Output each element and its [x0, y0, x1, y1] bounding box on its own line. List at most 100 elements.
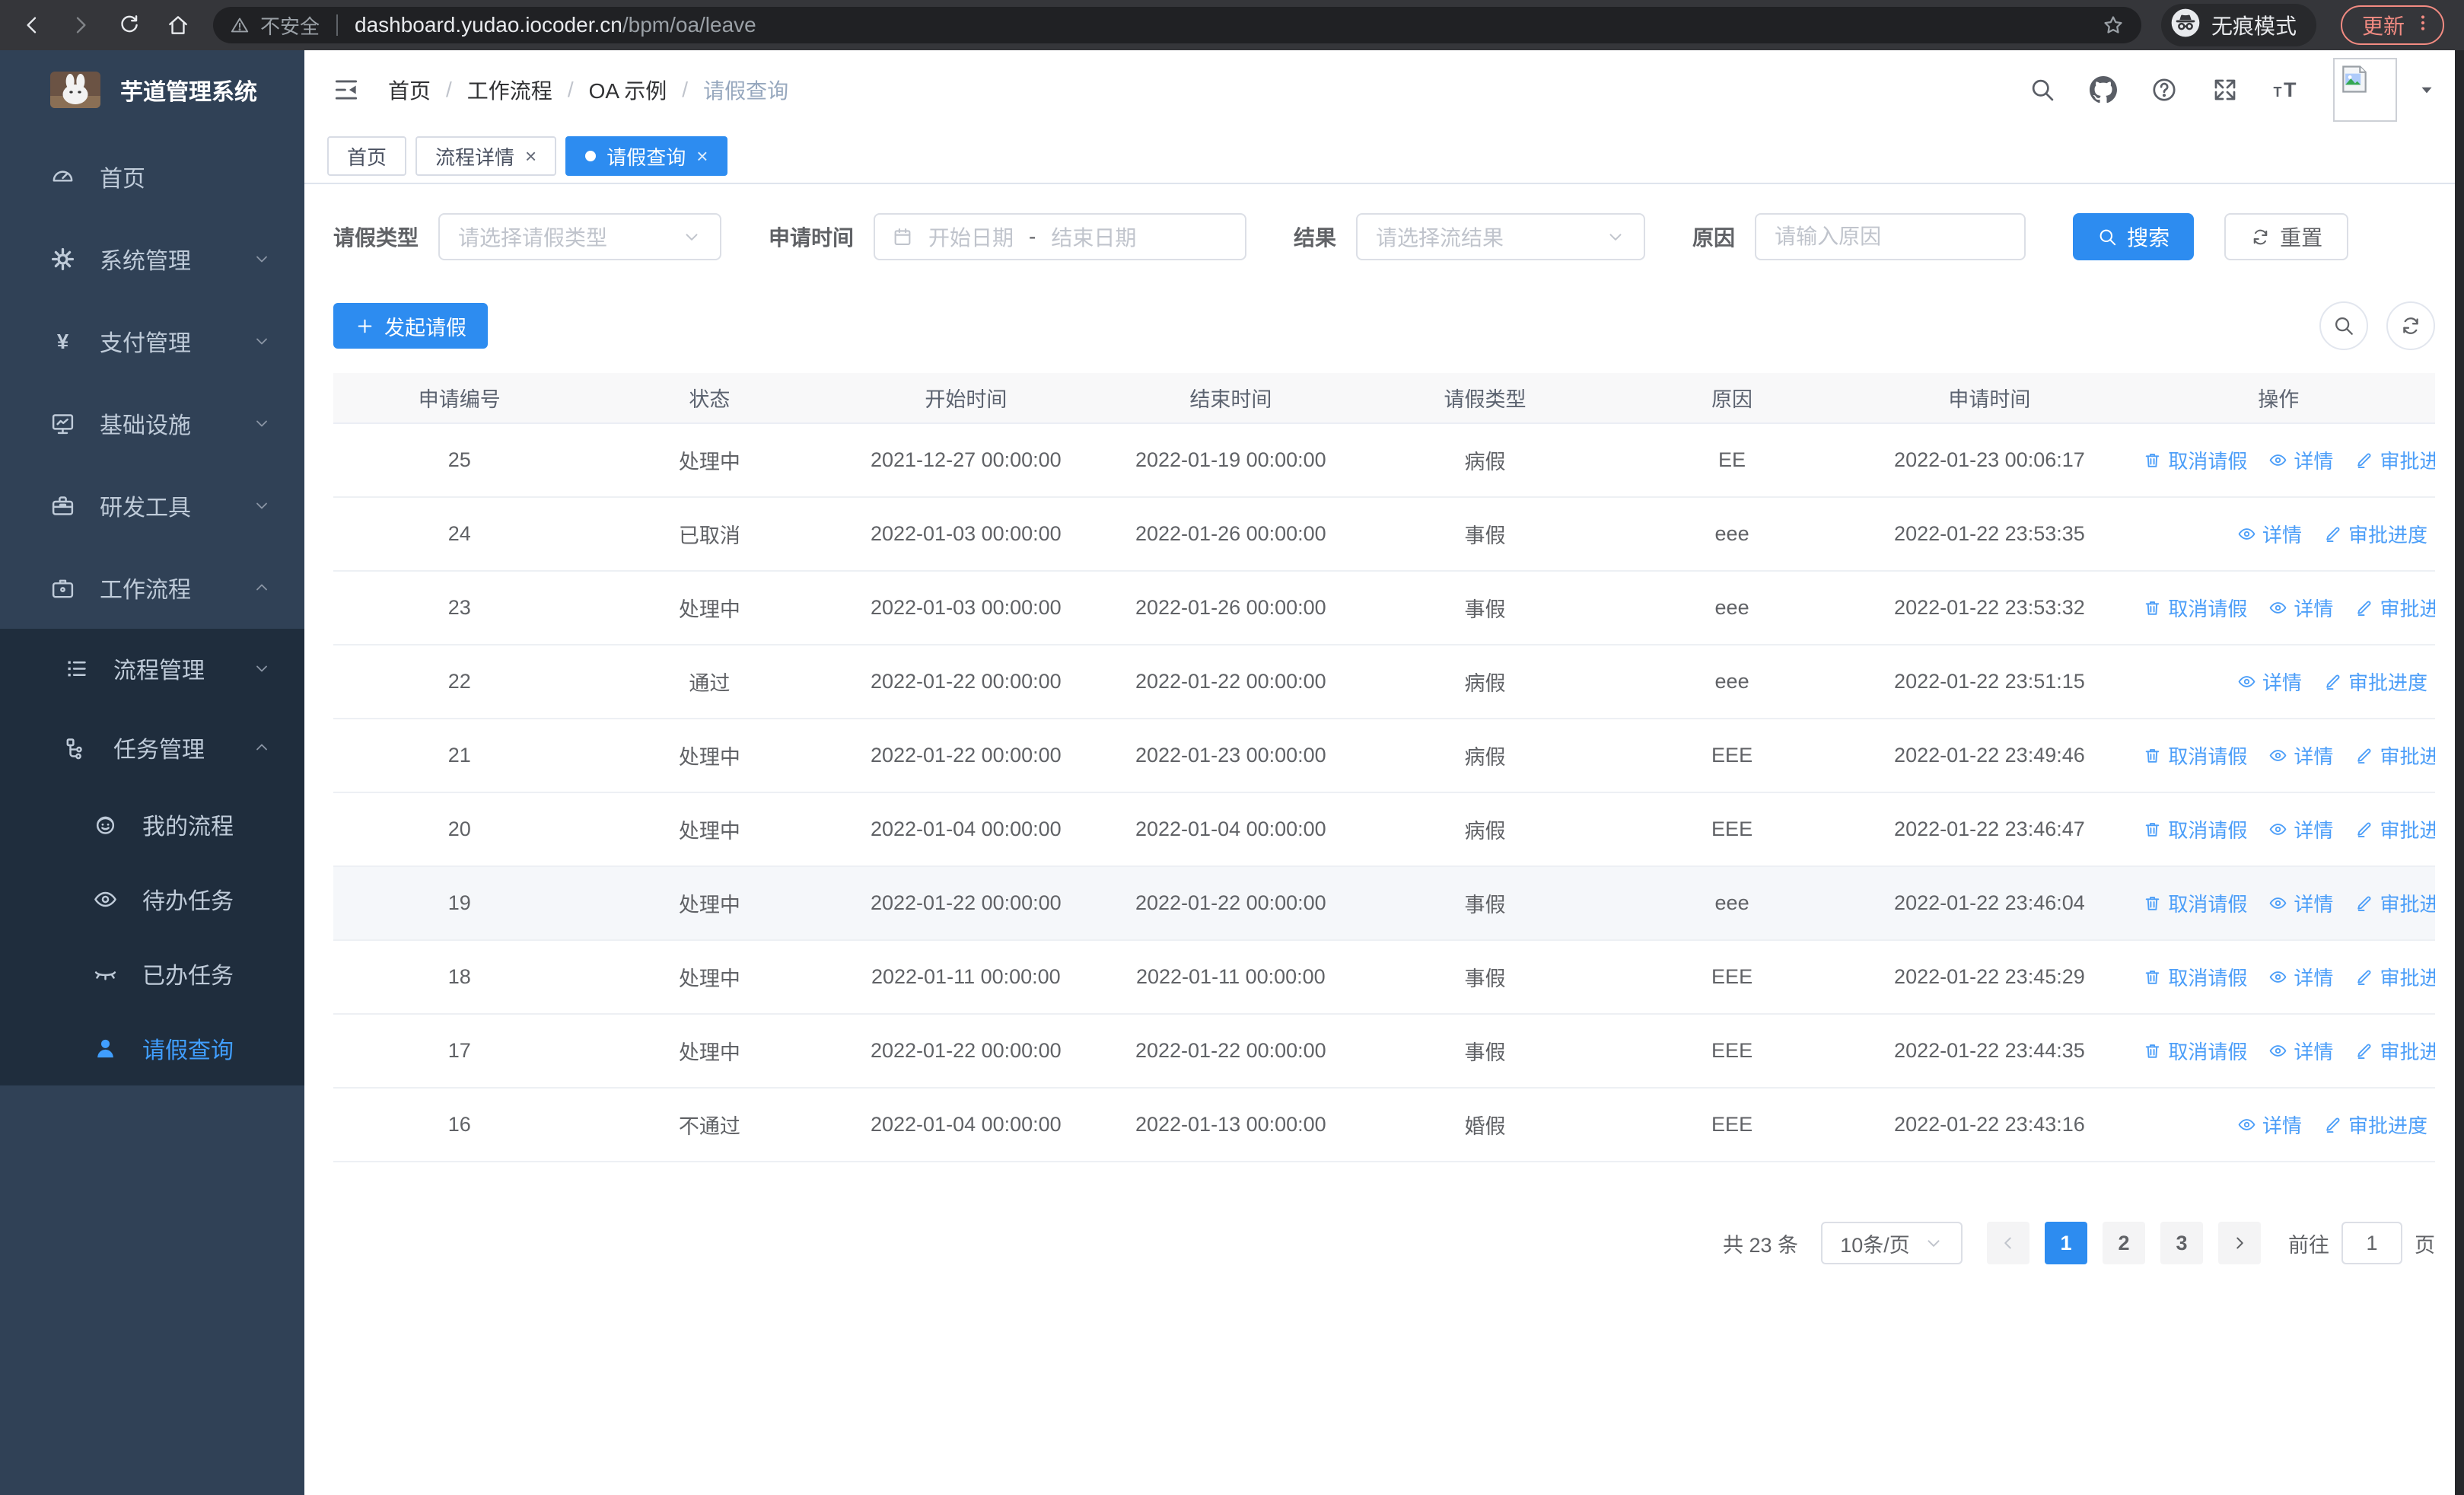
cell-applied: 2022-01-22 23:43:16: [1857, 1088, 2122, 1162]
sidebar-item-done-tasks[interactable]: 已办任务: [0, 936, 304, 1011]
refresh-table-button[interactable]: [2386, 301, 2435, 350]
eye-icon: [2268, 451, 2287, 470]
trash-icon: [2143, 967, 2162, 987]
sidebar-item-home[interactable]: 首页: [0, 135, 304, 218]
detail-link[interactable]: 详情: [2268, 963, 2333, 991]
font-size-icon[interactable]: TT: [2272, 76, 2300, 104]
reset-button[interactable]: 重置: [2224, 213, 2349, 260]
detail-link[interactable]: 详情: [2237, 520, 2302, 548]
browser-back-icon[interactable]: [20, 13, 44, 37]
detail-link[interactable]: 详情: [2268, 1037, 2333, 1065]
avatar[interactable]: [2333, 58, 2397, 122]
sidebar-item-dev-tools[interactable]: 研发工具: [0, 464, 304, 547]
cell-start: 2022-01-22 00:00:00: [833, 645, 1099, 719]
approval-progress-link[interactable]: 审批进度: [2323, 1111, 2427, 1139]
action-label: 审批进度: [2380, 818, 2435, 842]
cancel-leave-link[interactable]: 取消请假: [2143, 594, 2247, 622]
breadcrumb-item-oa-example[interactable]: OA 示例: [589, 75, 667, 105]
sidebar-collapse-icon[interactable]: [332, 75, 361, 104]
tab-process-detail[interactable]: 流程详情 ×: [415, 136, 557, 176]
table-row: 16 不通过 2022-01-04 00:00:00 2022-01-13 00:00…: [333, 1088, 2435, 1162]
cancel-leave-link[interactable]: 取消请假: [2143, 1037, 2247, 1065]
pagination-page-3[interactable]: 3: [2160, 1222, 2203, 1264]
action-label: 详情: [2294, 744, 2334, 768]
action-label: 详情: [2262, 523, 2302, 547]
browser-home-icon[interactable]: [166, 13, 190, 37]
page-size-select[interactable]: 10条/页: [1821, 1222, 1963, 1264]
approval-progress-link[interactable]: 审批进度: [2354, 815, 2435, 843]
cancel-leave-link[interactable]: 取消请假: [2143, 815, 2247, 843]
sidebar-item-label: 任务管理: [113, 738, 205, 763]
detail-link[interactable]: 详情: [2268, 889, 2333, 917]
pagination-next-button[interactable]: [2218, 1222, 2261, 1264]
fullscreen-icon[interactable]: [2211, 76, 2239, 104]
approval-progress-link[interactable]: 审批进度: [2323, 668, 2427, 696]
browser-forward-icon[interactable]: [68, 13, 93, 37]
breadcrumb-item-home[interactable]: 首页: [388, 75, 431, 105]
sidebar-item-leave-query[interactable]: 请假查询: [0, 1011, 304, 1085]
sidebar-item-payment-management[interactable]: ¥ 支付管理: [0, 300, 304, 382]
result-select[interactable]: 请选择流结果: [1356, 213, 1646, 260]
bookmark-star-icon[interactable]: [2102, 14, 2125, 37]
detail-link[interactable]: 详情: [2268, 815, 2333, 843]
help-icon[interactable]: [2150, 76, 2178, 104]
tab-leave-query[interactable]: 请假查询 ×: [565, 136, 728, 176]
browser-update-button[interactable]: 更新: [2340, 5, 2444, 45]
address-bar[interactable]: 不安全 dashboard.yudao.iocoder.cn/bpm/oa/le…: [213, 7, 2141, 43]
detail-link[interactable]: 详情: [2268, 594, 2333, 622]
close-icon[interactable]: ×: [696, 146, 708, 166]
pagination-prev-button[interactable]: [1987, 1222, 2029, 1264]
chevron-down-icon: [253, 414, 271, 432]
github-icon[interactable]: [2090, 76, 2117, 104]
breadcrumb-item-workflow[interactable]: 工作流程: [467, 75, 552, 105]
leave-type-select[interactable]: 请选择请假类型: [438, 213, 722, 260]
cell-start: 2022-01-04 00:00:00: [833, 1088, 1099, 1162]
cancel-leave-link[interactable]: 取消请假: [2143, 963, 2247, 991]
sidebar-item-my-processes[interactable]: 我的流程: [0, 787, 304, 862]
sidebar-item-system-management[interactable]: 系统管理: [0, 218, 304, 300]
detail-link[interactable]: 详情: [2268, 446, 2333, 474]
cell-actions: 取消请假 详情 审批进度: [2122, 571, 2435, 645]
gear-icon: [50, 247, 75, 272]
approval-progress-link[interactable]: 审批进度: [2323, 520, 2427, 548]
sidebar-item-todo-tasks[interactable]: 待办任务: [0, 862, 304, 936]
approval-progress-link[interactable]: 审批进度: [2354, 889, 2435, 917]
pagination-page-2[interactable]: 2: [2103, 1222, 2145, 1264]
apply-time-range-input[interactable]: 开始日期 - 结束日期: [874, 213, 1247, 260]
cell-reason: EEE: [1606, 1088, 1858, 1162]
browser-menu-icon[interactable]: [2412, 12, 2434, 39]
close-icon[interactable]: ×: [525, 146, 536, 166]
security-warning-icon[interactable]: [230, 15, 250, 35]
detail-link[interactable]: 详情: [2268, 741, 2333, 770]
header-search-icon[interactable]: [2029, 76, 2056, 104]
sidebar-item-workflow[interactable]: 工作流程: [0, 547, 304, 629]
browser-reload-icon[interactable]: [117, 13, 142, 37]
sidebar-item-infrastructure[interactable]: 基础设施: [0, 382, 304, 464]
cancel-leave-link[interactable]: 取消请假: [2143, 741, 2247, 770]
cancel-leave-link[interactable]: 取消请假: [2143, 446, 2247, 474]
detail-link[interactable]: 详情: [2237, 668, 2302, 696]
approval-progress-link[interactable]: 审批进度: [2354, 446, 2435, 474]
app-logo-row[interactable]: 芋道管理系统: [0, 50, 304, 129]
reason-input[interactable]: [1755, 213, 2026, 260]
approval-progress-link[interactable]: 审批进度: [2354, 963, 2435, 991]
sidebar-item-label: 工作流程: [100, 578, 191, 603]
action-label: 审批进度: [2348, 671, 2427, 694]
toggle-search-button[interactable]: [2319, 301, 2368, 350]
cancel-leave-link[interactable]: 取消请假: [2143, 889, 2247, 917]
goto-page-input[interactable]: [2341, 1222, 2402, 1264]
pagination-page-1[interactable]: 1: [2045, 1222, 2087, 1264]
approval-progress-link[interactable]: 审批进度: [2354, 1037, 2435, 1065]
cell-actions: 取消请假 详情 审批进度: [2122, 423, 2435, 498]
browser-scrollbar[interactable]: [2455, 50, 2464, 1495]
tab-home[interactable]: 首页: [327, 136, 407, 176]
detail-link[interactable]: 详情: [2237, 1111, 2302, 1139]
approval-progress-link[interactable]: 审批进度: [2354, 741, 2435, 770]
create-leave-button[interactable]: 发起请假: [333, 303, 488, 349]
user-menu-caret-icon[interactable]: [2417, 80, 2437, 100]
chevron-down-icon: [682, 227, 702, 247]
search-button[interactable]: 搜索: [2073, 213, 2195, 260]
sidebar-item-task-management[interactable]: 任务管理: [0, 708, 304, 787]
sidebar-item-process-management[interactable]: 流程管理: [0, 629, 304, 708]
approval-progress-link[interactable]: 审批进度: [2354, 594, 2435, 622]
